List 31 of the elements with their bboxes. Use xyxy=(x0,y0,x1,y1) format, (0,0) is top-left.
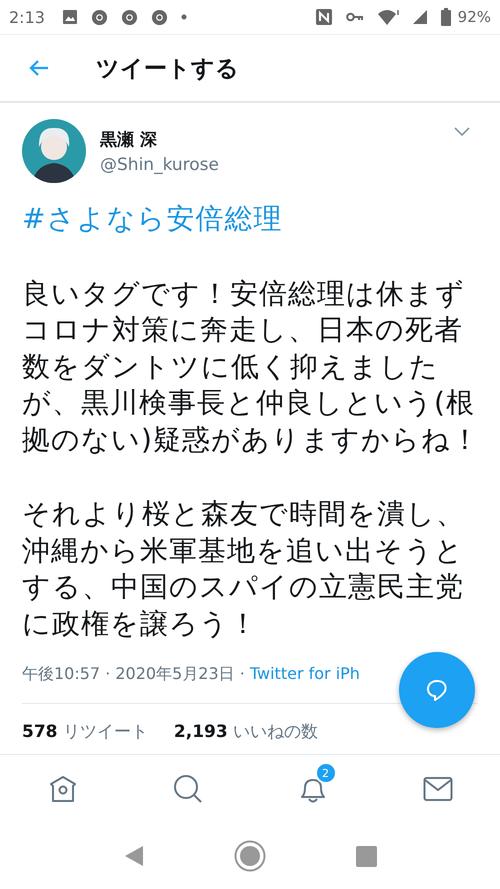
tweet-text: 良いタグです！安倍総理は休まずコロナ対策に奔走し、日本の死者数をダントツに低く抑えましたが、黒川検事長と仲良しという(根拠のない)疑惑がありますからね！ xyxy=(22,276,481,458)
chevron-down-icon[interactable] xyxy=(454,127,470,137)
reply-button[interactable] xyxy=(399,652,475,728)
stat-count[interactable]: 578 リツイート xyxy=(22,720,148,743)
notification-badge: 2 xyxy=(314,762,336,784)
stat-count[interactable]: 2,193 いいねの数 xyxy=(174,720,318,743)
display-name: 黒瀬 深 xyxy=(100,128,158,150)
back-triangle-icon[interactable] xyxy=(124,845,144,867)
image-icon xyxy=(62,9,78,25)
key-icon xyxy=(346,11,364,23)
status-time: 2:13 xyxy=(9,8,45,26)
browser-icon xyxy=(150,8,168,26)
nfc-icon xyxy=(314,8,333,26)
signal-icon xyxy=(412,9,428,25)
dot-icon xyxy=(180,14,187,20)
battery-icon xyxy=(440,8,451,26)
mail-icon[interactable] xyxy=(422,776,452,802)
home-circle-icon[interactable] xyxy=(234,840,266,872)
browser-icon xyxy=(90,8,108,26)
back-arrow-icon xyxy=(28,59,50,77)
browser-icon xyxy=(120,8,138,26)
page-title: ツイートする xyxy=(96,54,239,84)
tweet-timestamp: 午後10:57 · 2020年5月23日 · xyxy=(22,664,246,683)
home-icon[interactable] xyxy=(48,775,78,803)
square-icon[interactable] xyxy=(356,846,376,866)
speech-bubble-icon xyxy=(425,678,449,702)
wifi-icon xyxy=(376,8,399,26)
tweet-text: それより桜と森友で時間を潰し、沖縄から米軍基地を追い出そうとする、中国のスパイの立憲民主党に政権を譲ろう！ xyxy=(22,496,466,642)
search-icon[interactable] xyxy=(172,774,202,804)
user-handle: @Shin_kurose xyxy=(100,154,220,174)
battery-percentage: 92% xyxy=(458,8,491,26)
